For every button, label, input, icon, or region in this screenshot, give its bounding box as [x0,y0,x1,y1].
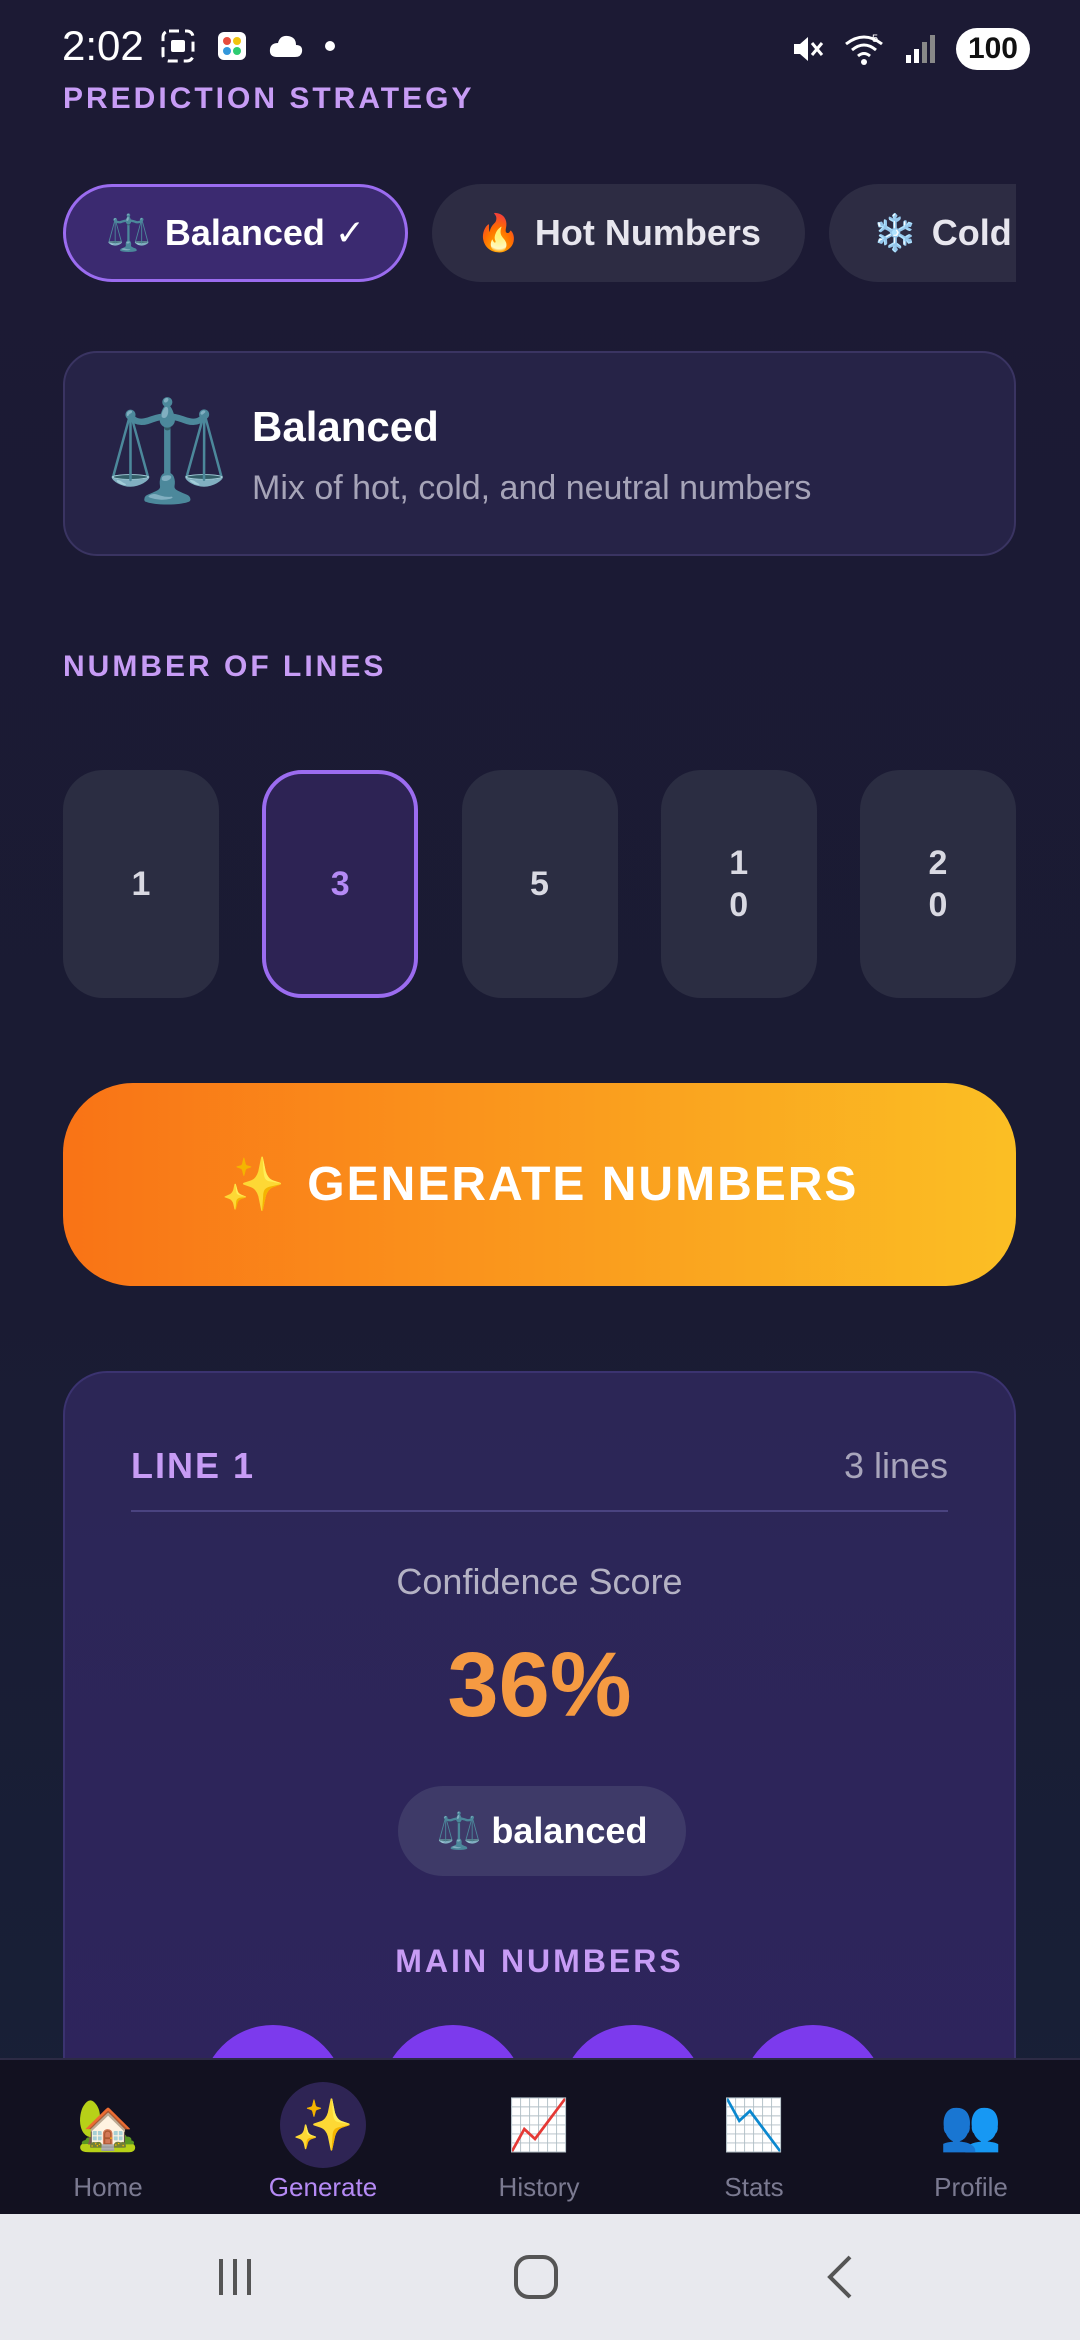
nav-label: History [498,2172,580,2202]
generate-button-label: GENERATE NUMBERS [307,1158,859,1211]
status-system-icons: 5 100 [788,28,1030,70]
line-count-selector: 1 3 5 10 20 [63,770,1016,998]
home-circle-icon [514,2255,558,2299]
nav-history[interactable]: 📈 History [439,2060,639,2216]
dot-icon [325,41,335,51]
chip-cold-numbers[interactable]: ❄️ Cold Numbers [828,184,1016,282]
main-numbers-label: MAIN NUMBERS [395,1943,684,1979]
app-grid-icon [218,32,246,60]
line-option-10[interactable]: 10 [660,770,817,998]
line-option-20[interactable]: 20 [860,770,1016,998]
users-icon: 👥 [939,2096,1003,2153]
line-option-5[interactable]: 5 [461,770,618,998]
back-chevron-icon [827,2255,852,2299]
confidence-value: 36% [447,1634,632,1736]
nav-stats[interactable]: 📉 Stats [654,2060,854,2216]
nav-home[interactable]: 🏡 Home [8,2060,208,2216]
line-title: LINE 1 [131,1445,256,1486]
mute-icon [793,37,824,61]
strategy-title: Balanced [252,403,439,450]
svg-text:5: 5 [872,33,878,45]
chart-down-icon: 📉 [722,2096,786,2153]
nav-label: Stats [724,2172,784,2202]
strategy-tag-label: balanced [491,1810,648,1851]
recent-apps-icon [219,2259,251,2295]
chip-label: Balanced ✓ [164,212,366,253]
battery-indicator: 100 [955,28,1030,70]
fire-icon: 🔥 [476,212,521,253]
chip-label: Hot Numbers [534,212,761,253]
line-option-1[interactable]: 1 [63,770,219,998]
strategy-tag: ⚖️ balanced [398,1786,686,1876]
scales-icon: ⚖️ [105,395,230,507]
lines-section-label: NUMBER OF LINES [63,650,387,683]
wifi-icon: 5 [845,33,883,65]
sparkles-icon: ✨ [220,1156,288,1214]
confidence-label: Confidence Score [396,1561,683,1602]
nav-label: Generate [268,2172,378,2202]
chip-hot-numbers[interactable]: 🔥 Hot Numbers [432,184,805,282]
back-button[interactable] [780,2214,900,2340]
nav-generate[interactable]: ✨ Generate [223,2060,423,2216]
bottom-navigation: 🏡 Home ✨ Generate 📈 History 📉 Stats 👥 Pr… [0,2058,1080,2216]
signal-icon [905,35,935,63]
selected-strategy-card: ⚖️ Balanced Mix of hot, cold, and neutra… [63,351,1016,556]
recent-apps-button[interactable] [175,2214,295,2340]
chart-up-icon: 📈 [507,2096,571,2153]
scales-icon: ⚖️ [106,212,151,253]
strategy-description: Mix of hot, cold, and neutral numbers [252,469,812,507]
screenshot-icon [161,29,195,63]
divider [131,1510,948,1512]
nav-profile[interactable]: 👥 Profile [871,2060,1071,2216]
line-option-3[interactable]: 3 [262,770,419,998]
line-count: 3 lines [843,1445,948,1486]
scales-icon: ⚖️ [436,1810,482,1851]
status-time: 2:02 [62,22,144,69]
strategy-section-label: PREDICTION STRATEGY [63,82,475,115]
house-icon: 🏡 [76,2096,140,2153]
chip-label: Cold Numbers [931,212,1016,253]
nav-label: Home [73,2172,143,2202]
sparkles-icon: ✨ [280,2082,366,2168]
home-button[interactable] [476,2214,596,2340]
cloud-icon [269,35,303,57]
chip-balanced[interactable]: ⚖️ Balanced ✓ [63,184,409,282]
snowflake-icon: ❄️ [872,212,918,253]
nav-label: Profile [934,2172,1008,2202]
generate-numbers-button[interactable]: ✨ GENERATE NUMBERS [63,1083,1016,1286]
system-navigation-bar [0,2214,1080,2340]
status-notification-icons [160,28,336,64]
strategy-chip-scroller[interactable]: ⚖️ Balanced ✓ 🔥 Hot Numbers ❄️ Cold Numb… [63,184,1016,286]
